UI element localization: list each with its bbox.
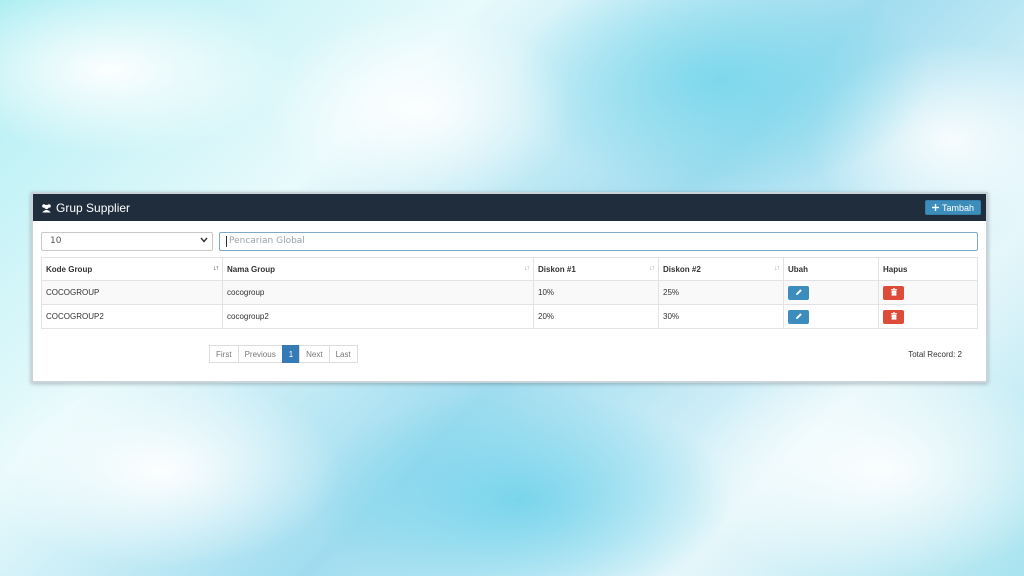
cell-kode-group: COCOGROUP2 <box>41 304 223 329</box>
cell-diskon-1: 20% <box>533 304 659 329</box>
page-size-value: 10 <box>50 236 62 246</box>
column-header-diskon-2[interactable]: Diskon #2 ↓↑ <box>658 257 784 281</box>
column-header-ubah: Ubah <box>783 257 879 281</box>
page-first[interactable]: First <box>209 345 239 363</box>
group-icon <box>41 203 52 213</box>
table-row: COCOGROUP2 cocogroup2 20% 30% <box>41 304 978 329</box>
page-next[interactable]: Next <box>299 345 330 363</box>
delete-button[interactable] <box>883 309 904 324</box>
page-current[interactable]: 1 <box>281 345 301 363</box>
cell-diskon-1: 10% <box>533 280 659 305</box>
cell-diskon-2: 30% <box>658 304 784 329</box>
page-last[interactable]: Last <box>328 345 358 363</box>
cell-kode-group: COCOGROUP <box>41 280 223 305</box>
panel-body: 10 Pencarian Global Kode Group ↓↑ Nama G… <box>41 230 978 381</box>
table-footer: First Previous 1 Next Last Total Record:… <box>41 329 978 369</box>
panel-title-text: Grup Supplier <box>56 200 131 215</box>
global-search-input[interactable]: Pencarian Global <box>219 231 978 251</box>
column-header-hapus: Hapus <box>878 257 978 281</box>
text-cursor <box>226 235 227 247</box>
cell-nama-group: cocogroup2 <box>222 304 534 329</box>
supplier-group-table: Kode Group ↓↑ Nama Group ↓↑ Diskon #1 ↓↑… <box>41 257 978 329</box>
table-row: COCOGROUP cocogroup 10% 25% <box>41 280 978 305</box>
page-previous[interactable]: Previous <box>237 345 283 363</box>
cell-hapus <box>878 304 978 329</box>
sort-icon: ↓↑ <box>774 264 780 272</box>
cell-diskon-2: 25% <box>658 280 784 305</box>
search-placeholder: Pencarian Global <box>229 236 305 246</box>
column-header-diskon-1[interactable]: Diskon #1 ↓↑ <box>533 257 659 281</box>
grup-supplier-panel: Grup Supplier Tambah 10 Pencarian Global <box>31 192 988 383</box>
pencil-icon <box>795 312 803 322</box>
pencil-icon <box>795 288 803 298</box>
add-button[interactable]: Tambah <box>924 200 981 215</box>
chevron-down-icon <box>200 236 208 246</box>
cell-nama-group: cocogroup <box>222 280 534 305</box>
add-button-label: Tambah <box>941 202 974 213</box>
panel-title: Grup Supplier <box>41 201 130 215</box>
table-toolbar: 10 Pencarian Global <box>41 230 978 252</box>
sort-icon: ↓↑ <box>524 264 530 272</box>
panel-header: Grup Supplier Tambah <box>33 194 986 221</box>
total-record: Total Record: 2 <box>908 350 962 359</box>
cell-ubah <box>783 280 879 305</box>
sort-desc-icon: ↓↑ <box>213 264 219 272</box>
table-header-row: Kode Group ↓↑ Nama Group ↓↑ Diskon #1 ↓↑… <box>41 257 978 281</box>
cell-hapus <box>878 280 978 305</box>
edit-button[interactable] <box>788 285 809 300</box>
cell-ubah <box>783 304 879 329</box>
plus-icon <box>931 203 939 213</box>
sort-icon: ↓↑ <box>649 264 655 272</box>
delete-button[interactable] <box>883 285 904 300</box>
trash-icon <box>890 287 898 298</box>
column-header-kode-group[interactable]: Kode Group ↓↑ <box>41 257 223 281</box>
trash-icon <box>890 311 898 322</box>
edit-button[interactable] <box>788 309 809 324</box>
page-size-select[interactable]: 10 <box>41 231 213 251</box>
column-header-nama-group[interactable]: Nama Group ↓↑ <box>222 257 534 281</box>
pagination: First Previous 1 Next Last <box>209 345 358 363</box>
